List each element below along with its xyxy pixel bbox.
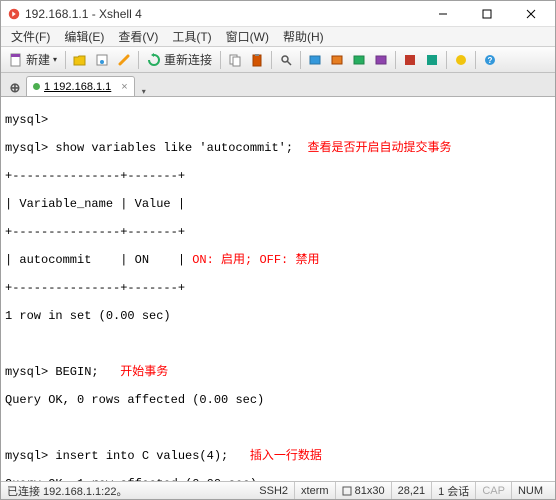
size-icon xyxy=(342,486,352,496)
menu-window[interactable]: 窗口(W) xyxy=(220,26,275,47)
status-dot-icon xyxy=(33,83,40,90)
maximize-button[interactable] xyxy=(465,2,509,26)
close-button[interactable] xyxy=(509,2,553,26)
tool4-icon[interactable] xyxy=(371,50,391,70)
find-icon[interactable] xyxy=(276,50,296,70)
status-term: xterm xyxy=(295,482,336,499)
terminal-tab[interactable]: 1 192.168.1.1 × xyxy=(26,76,135,96)
save-icon[interactable] xyxy=(92,50,112,70)
tool7-icon[interactable] xyxy=(451,50,471,70)
tool5-icon[interactable] xyxy=(400,50,420,70)
menu-help[interactable]: 帮助(H) xyxy=(277,26,330,47)
tabbar: ⊕ 1 192.168.1.1 × ▾ xyxy=(1,73,555,97)
window-title: 192.168.1.1 - Xshell 4 xyxy=(25,7,421,21)
properties-icon[interactable] xyxy=(114,50,134,70)
menu-tools[interactable]: 工具(T) xyxy=(166,26,217,47)
tab-dropdown-icon[interactable]: ▾ xyxy=(142,87,146,96)
svg-text:?: ? xyxy=(488,56,493,65)
status-sessions: 1 会话 xyxy=(432,482,476,499)
new-button-label: 新建 xyxy=(26,51,50,68)
reconnect-button[interactable]: 重新连接 xyxy=(143,50,216,70)
terminal[interactable]: mysql> mysql> show variables like 'autoc… xyxy=(1,97,555,481)
open-icon[interactable] xyxy=(70,50,90,70)
tool2-icon[interactable] xyxy=(327,50,347,70)
status-connection: 已连接 192.168.1.1:22。 xyxy=(7,483,127,499)
tab-add-button[interactable]: ⊕ xyxy=(7,80,23,96)
app-icon xyxy=(7,7,21,21)
statusbar: 已连接 192.168.1.1:22。 SSH2 xterm 81x30 28,… xyxy=(1,481,555,499)
tab-label: 1 192.168.1.1 xyxy=(44,81,111,93)
menu-view[interactable]: 查看(V) xyxy=(112,26,164,47)
reconnect-label: 重新连接 xyxy=(164,51,212,68)
help-icon[interactable]: ? xyxy=(480,50,500,70)
menubar: 文件(F) 编辑(E) 查看(V) 工具(T) 窗口(W) 帮助(H) xyxy=(1,27,555,47)
menu-file[interactable]: 文件(F) xyxy=(5,26,56,47)
tool3-icon[interactable] xyxy=(349,50,369,70)
menu-edit[interactable]: 编辑(E) xyxy=(58,26,110,47)
new-button[interactable]: 新建▾ xyxy=(5,50,61,70)
tool1-icon[interactable] xyxy=(305,50,325,70)
copy-icon[interactable] xyxy=(225,50,245,70)
status-size: 81x30 xyxy=(355,485,385,497)
status-ssh: SSH2 xyxy=(253,482,295,499)
titlebar: 192.168.1.1 - Xshell 4 xyxy=(1,1,555,27)
tool6-icon[interactable] xyxy=(422,50,442,70)
paste-icon[interactable] xyxy=(247,50,267,70)
status-num: NUM xyxy=(512,485,549,497)
toolbar: 新建▾ 重新连接 ? xyxy=(1,47,555,73)
minimize-button[interactable] xyxy=(421,2,465,26)
status-cap: CAP xyxy=(476,482,512,499)
status-pos: 28,21 xyxy=(392,482,433,499)
tab-close-icon[interactable]: × xyxy=(121,81,127,93)
